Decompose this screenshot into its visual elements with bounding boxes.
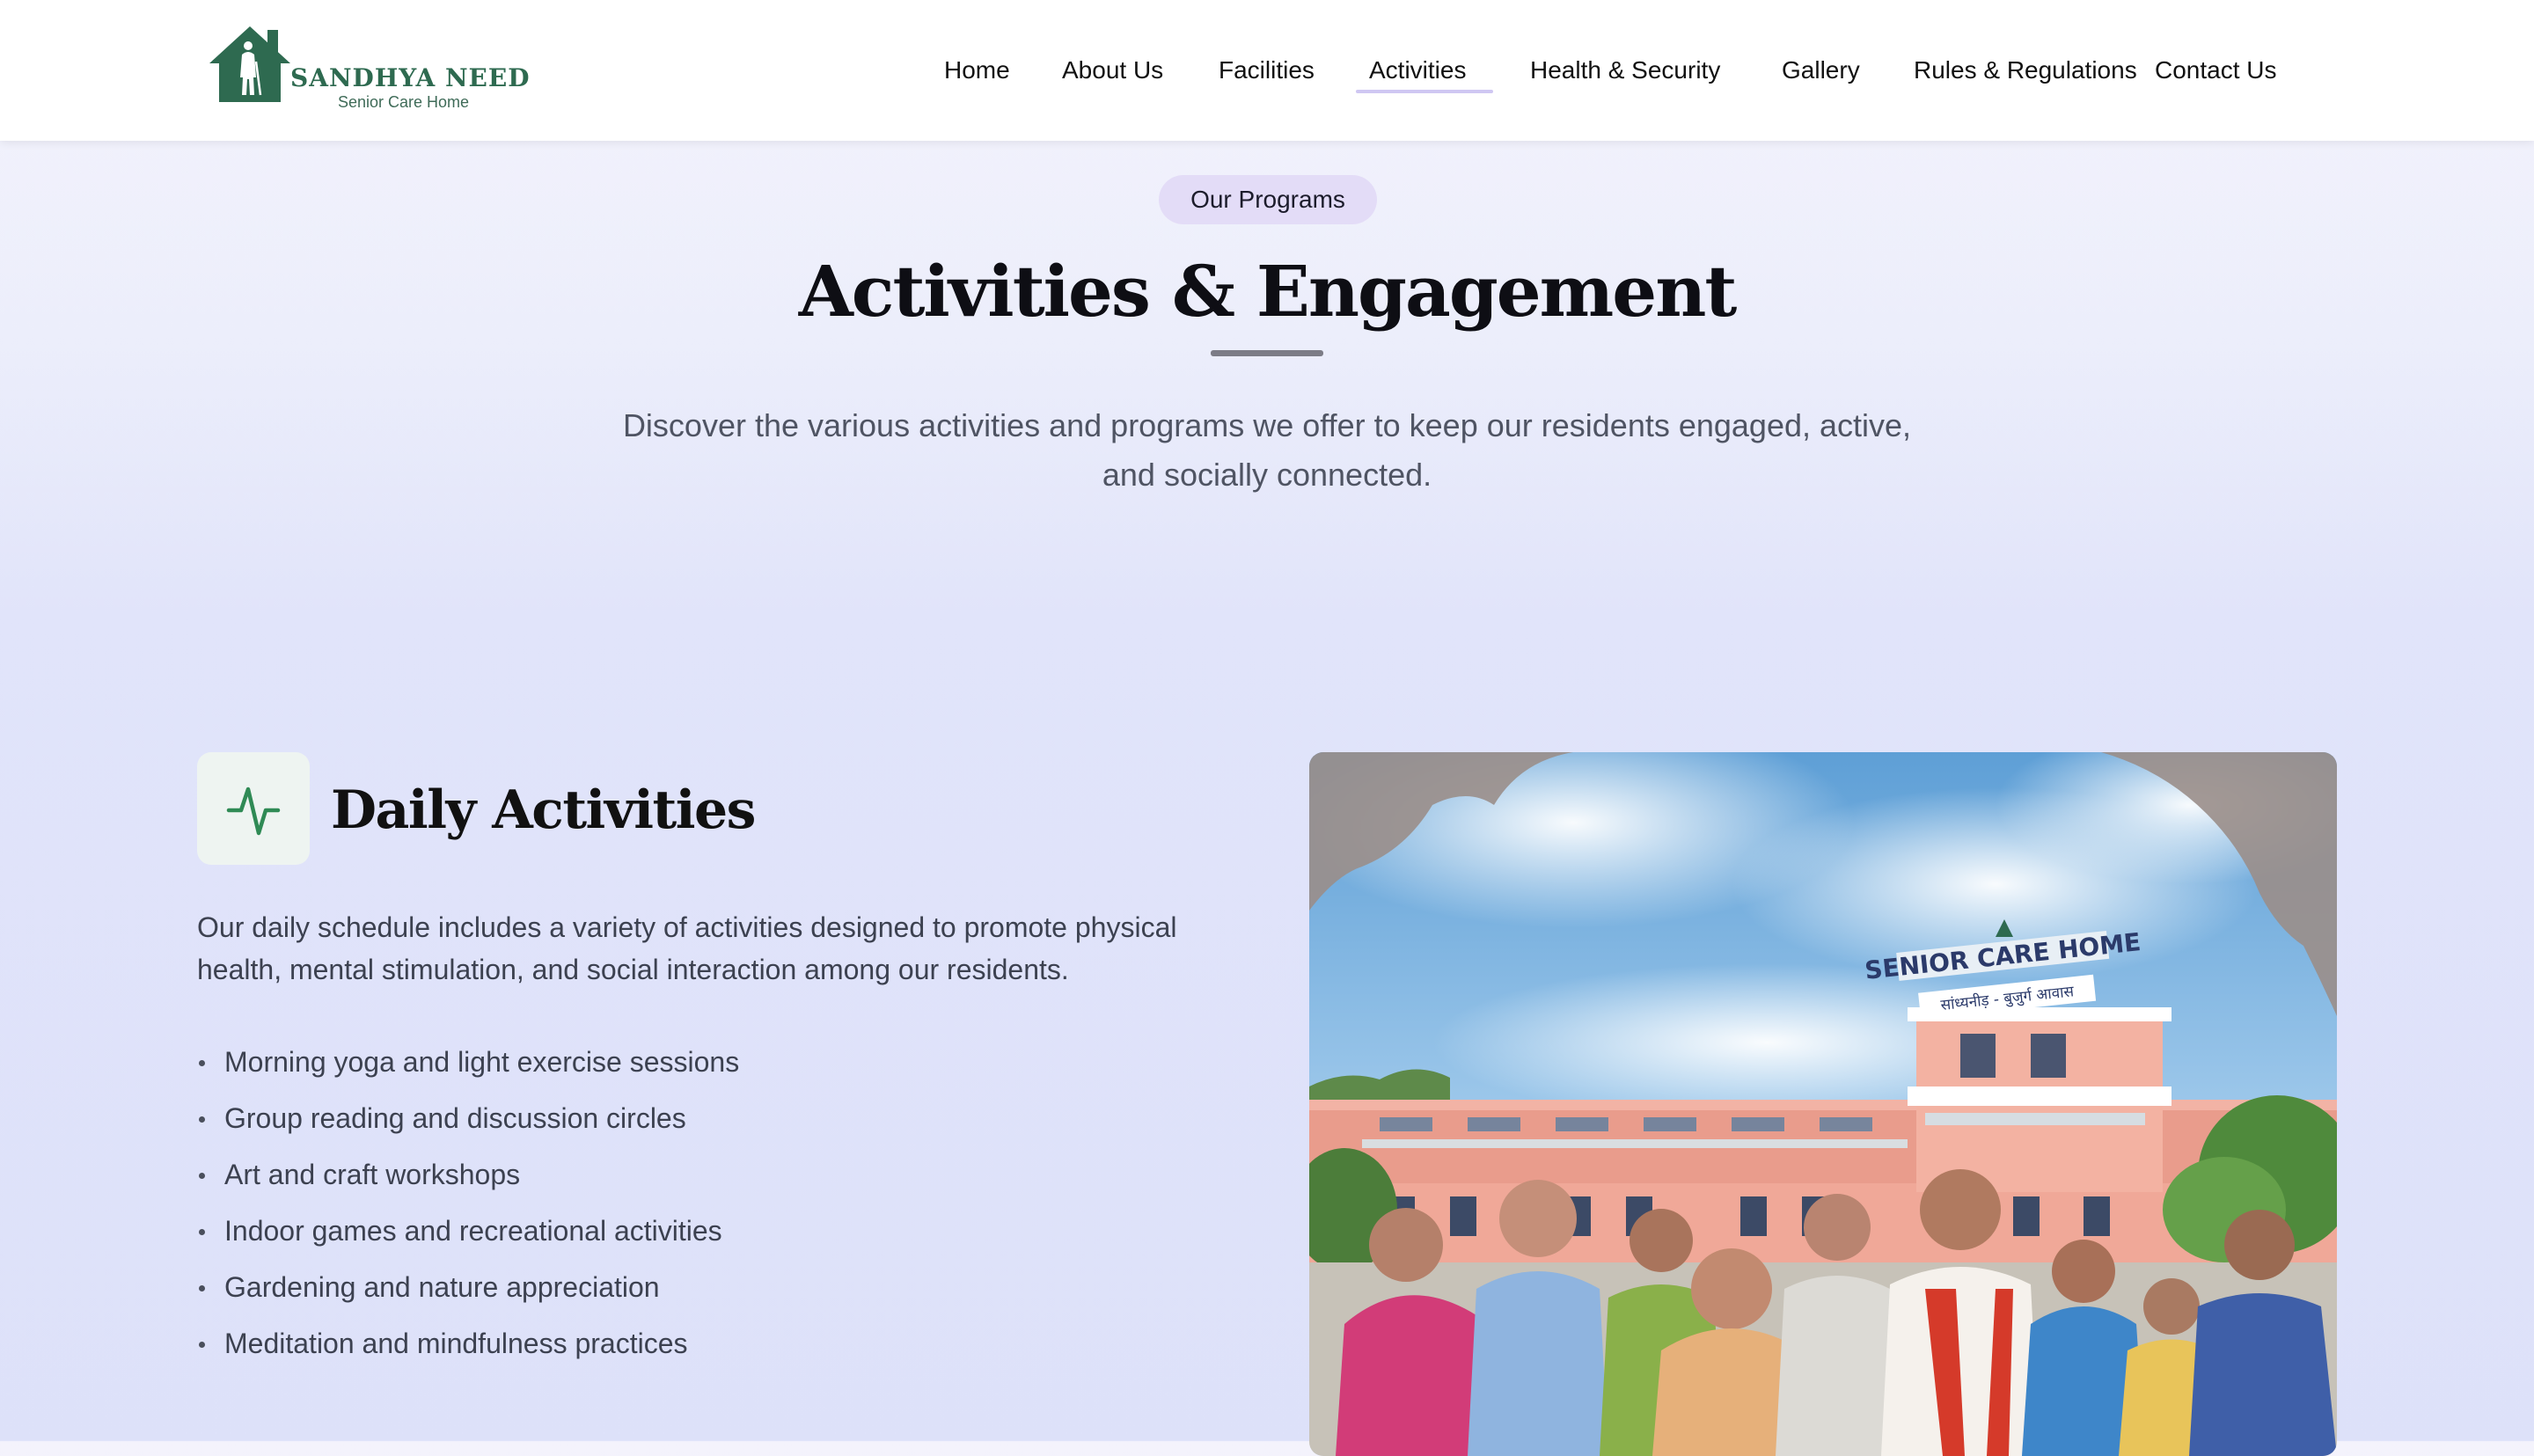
nav-gallery[interactable]: Gallery [1782,53,1860,88]
list-item: Indoor games and recreational activities [197,1203,739,1259]
nav-home[interactable]: Home [944,53,1010,88]
page-title: Activities & Engagement [798,250,1738,333]
nav-activities[interactable]: Activities [1369,53,1466,88]
residents-group-photo: SENIOR CARE HOME सांध्यनीड़ - बुजुर्ग आव… [1309,752,2337,1456]
activities-list: Morning yoga and light exercise sessions… [197,1034,739,1372]
activity-pulse-icon [197,752,310,865]
nav-active-indicator [1356,90,1493,93]
list-item: Morning yoga and light exercise sessions [197,1034,739,1090]
house-silhouette-icon [209,26,290,102]
brand-name: SANDHYA NEED [290,63,531,92]
page-description: Discover the various activities and prog… [622,407,1912,493]
site-header: SANDHYA NEED Senior Care Home Home About… [0,0,2534,141]
nav-facilities[interactable]: Facilities [1219,53,1315,88]
list-item: Group reading and discussion circles [197,1090,739,1146]
nav-health-security[interactable]: Health & Security [1530,53,1720,88]
list-item: Gardening and nature appreciation [197,1259,739,1315]
nav-rules-regulations[interactable]: Rules & Regulations [1914,53,2137,88]
list-item: Art and craft workshops [197,1146,739,1203]
section-description: Our daily schedule includes a variety of… [197,911,1177,985]
title-divider [1211,350,1323,356]
section-title-daily-activities: Daily Activities [331,779,756,841]
nav-about-us[interactable]: About Us [1062,53,1163,88]
list-item: Meditation and mindfulness practices [197,1315,739,1372]
brand-tagline: Senior Care Home [338,93,470,111]
programs-badge: Our Programs [1159,175,1377,224]
brand-logo[interactable]: SANDHYA NEED Senior Care Home [208,25,530,114]
nav-contact-us[interactable]: Contact Us [2155,53,2277,88]
